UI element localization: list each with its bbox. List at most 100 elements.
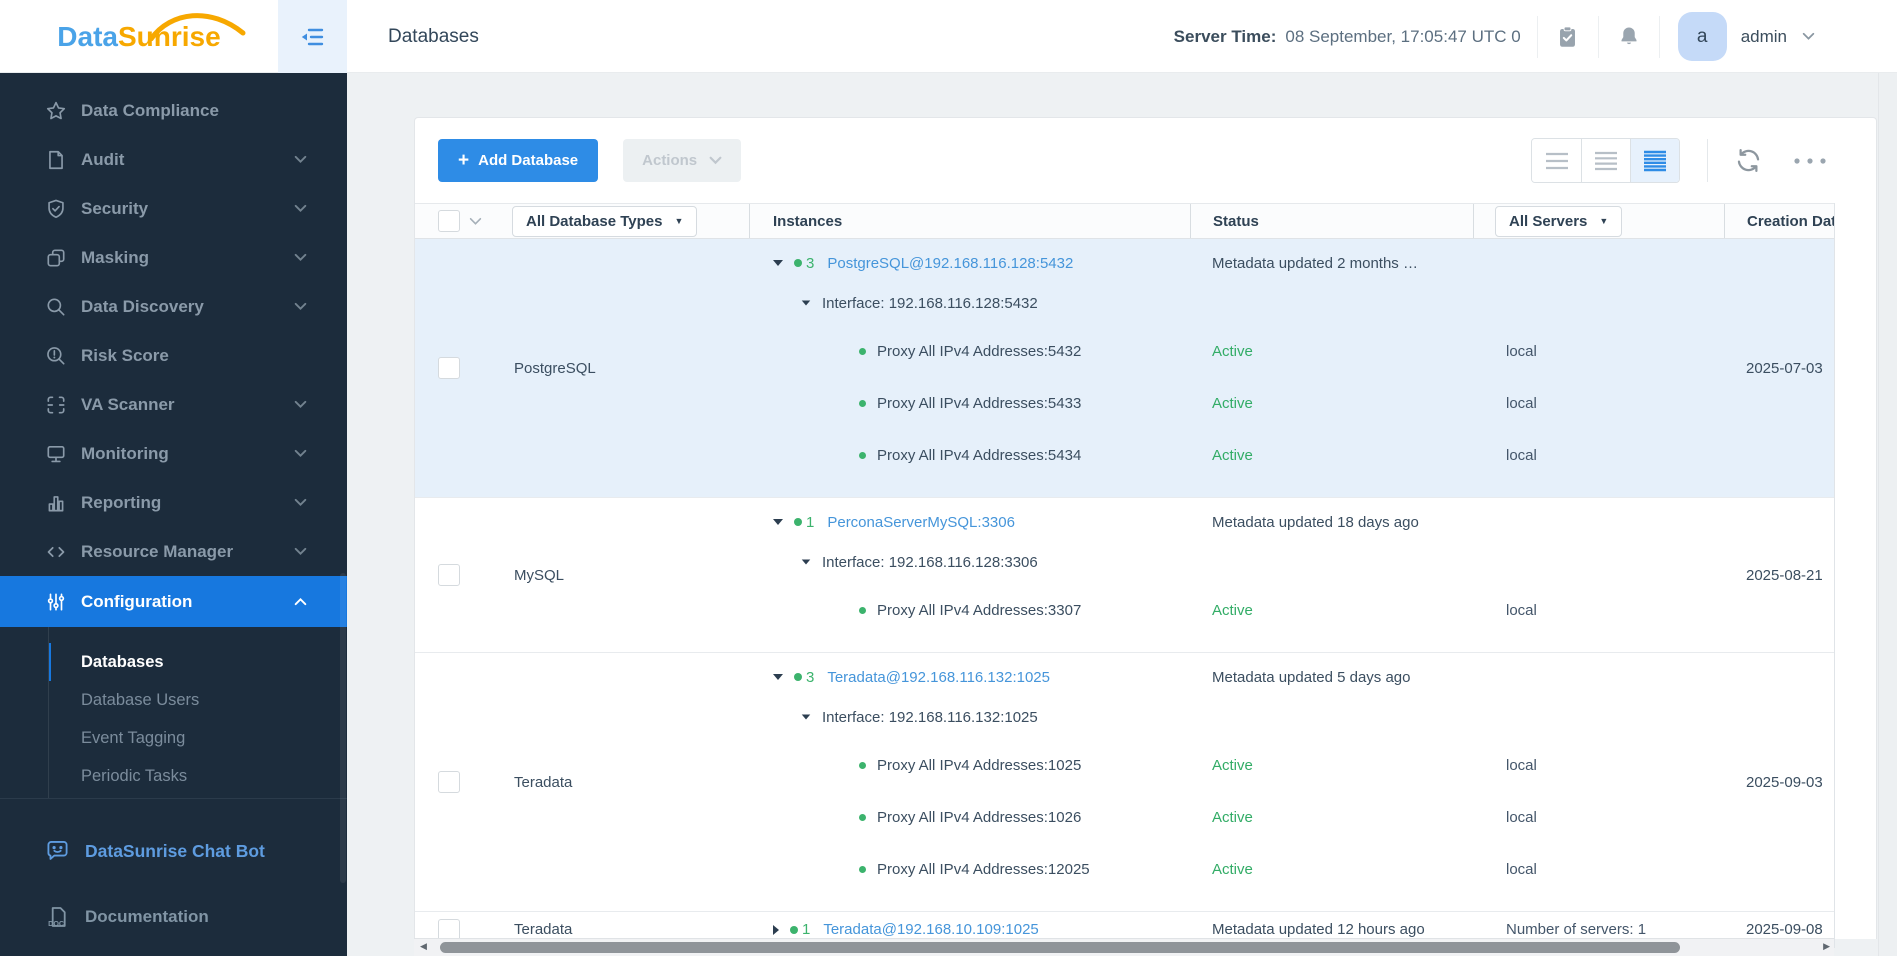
sidebar-item-resource-manager[interactable]: Resource Manager (0, 527, 347, 576)
sidebar-subitem-database-users[interactable]: Database Users (49, 681, 347, 719)
svg-text:DOC: DOC (48, 919, 64, 928)
creation-date: 2025-07-03 (1746, 359, 1823, 377)
servers-filter-dropdown[interactable]: All Servers ▼ (1495, 205, 1623, 237)
proxy-label: Proxy All IPv4 Addresses:5433 (877, 394, 1082, 412)
sidebar-subitem-databases[interactable]: Databases (49, 643, 347, 681)
sidebar-item-reporting[interactable]: Reporting (0, 478, 347, 527)
sidebar-item-va-scanner[interactable]: VA Scanner (0, 380, 347, 429)
proxy-status-dot (859, 813, 866, 821)
sidebar-item-monitoring[interactable]: Monitoring (0, 429, 347, 478)
vertical-scrollbar[interactable] (1878, 73, 1897, 956)
sidebar-item-risk-score[interactable]: Risk Score (0, 331, 347, 380)
collapse-arrow-icon[interactable] (773, 519, 783, 525)
scroll-left-arrow-icon[interactable]: ◀ (420, 941, 427, 952)
view-compact-button[interactable] (1630, 139, 1679, 182)
database-type: MySQL (514, 566, 565, 584)
report-icon (45, 492, 67, 514)
chevron-down-icon (294, 449, 307, 458)
database-types-filter-dropdown[interactable]: All Database Types ▼ (512, 205, 698, 237)
header-type-cell: All Database Types ▼ (512, 204, 749, 238)
sidebar-subitem-periodic-tasks[interactable]: Periodic Tasks (49, 757, 347, 795)
sidebar-item-configuration[interactable]: Configuration (0, 576, 347, 627)
more-options-button[interactable] (1792, 156, 1828, 166)
chevron-down-icon (294, 547, 307, 556)
tree-line: Proxy All IPv4 Addresses:12025 Active loca… (749, 843, 1724, 895)
proxy-status: Active (1212, 601, 1253, 619)
sidebar-collapse-button[interactable] (278, 0, 347, 73)
interface-label: Interface: 192.168.116.128:3306 (822, 553, 1038, 571)
select-all-checkbox[interactable] (438, 210, 460, 232)
collapse-arrow-icon[interactable] (773, 674, 783, 680)
chevron-down-icon (294, 302, 307, 311)
sidebar-item-documentation[interactable]: DOC Documentation (0, 893, 347, 941)
view-comfortable-button[interactable] (1532, 139, 1581, 182)
sidebar-item-chat-bot[interactable]: DataSunrise Chat Bot (0, 827, 347, 875)
instance-count: 1 (806, 513, 815, 531)
database-row-mysql-1: MySQL 1 PerconaServerMySQL:3306 Metadata up… (415, 498, 1834, 653)
add-database-button[interactable]: + Add Database (438, 139, 599, 182)
proxy-status-dot (859, 761, 866, 769)
instance-link[interactable]: PostgreSQL@192.168.116.128:5432 (827, 255, 1073, 272)
sidebar-item-data-discovery[interactable]: Data Discovery (0, 282, 347, 331)
add-database-label: Add Database (478, 152, 579, 169)
proxy-status: Active (1212, 756, 1253, 774)
refresh-icon (1737, 149, 1760, 172)
user-menu-chevron-down-icon[interactable] (1802, 32, 1815, 41)
avatar-initial: a (1696, 25, 1708, 47)
collapse-arrow-icon[interactable] (801, 300, 811, 306)
tree-line: Interface: 192.168.116.132:1025 (749, 695, 1724, 739)
interface-label: Interface: 192.168.116.132:1025 (822, 708, 1038, 726)
sidebar-item-data-compliance[interactable]: Data Compliance (0, 86, 347, 135)
sidebar-item-label: Resource Manager (81, 541, 234, 561)
sidebar-scrollbar[interactable] (340, 573, 346, 883)
proxy-label: Proxy All IPv4 Addresses:3307 (877, 601, 1082, 619)
notifications-button[interactable] (1599, 25, 1659, 48)
header-creation-date[interactable]: Creation Date (1724, 204, 1834, 238)
bell-icon (1621, 27, 1637, 45)
proxy-status: Active (1212, 446, 1253, 464)
metadata-status: Metadata updated 2 months … (1212, 254, 1418, 272)
select-menu-chevron-down-icon[interactable] (469, 217, 482, 226)
row-checkbox[interactable] (438, 564, 460, 586)
ellipsis-icon (1794, 157, 1826, 164)
expand-arrow-icon[interactable] (773, 924, 779, 935)
sidebar-subitem-event-tagging[interactable]: Event Tagging (49, 719, 347, 757)
header-status[interactable]: Status (1190, 204, 1473, 238)
sidebar-item-audit[interactable]: Audit (0, 135, 347, 184)
sidebar-item-security[interactable]: Security (0, 184, 347, 233)
databases-table: All Database Types ▼ Instances Status Al… (415, 203, 1835, 948)
sidebar-item-label: Risk Score (81, 345, 169, 365)
tree-line: Proxy All IPv4 Addresses:5433 Active local (749, 377, 1724, 429)
row-checkbox[interactable] (438, 771, 460, 793)
instance-count: 3 (806, 668, 815, 686)
scroll-right-arrow-icon[interactable]: ▶ (1823, 941, 1830, 952)
sidebar-item-masking[interactable]: Masking (0, 233, 347, 282)
instance-link[interactable]: PerconaServerMySQL:3306 (827, 514, 1015, 531)
header-select-cell (415, 204, 512, 238)
chevron-down-icon (294, 253, 307, 262)
sidebar-subitem-encryptions[interactable]: Encryptions (49, 795, 347, 798)
tree-line: Proxy All IPv4 Addresses:3307 Active local (749, 584, 1724, 636)
instance-link[interactable]: Teradata@192.168.116.132:1025 (827, 669, 1050, 686)
view-medium-button[interactable] (1581, 139, 1630, 182)
refresh-button[interactable] (1735, 147, 1762, 174)
row-checkbox[interactable] (438, 357, 460, 379)
horizontal-scrollbar-thumb[interactable] (440, 942, 1680, 953)
logo[interactable]: DataSunrise (0, 0, 278, 73)
sidebar-item-label: Monitoring (81, 443, 169, 463)
instance-link[interactable]: Teradata@192.168.10.109:1025 (823, 921, 1038, 938)
avatar[interactable]: a (1677, 12, 1727, 61)
user-name[interactable]: admin (1741, 27, 1787, 47)
collapse-arrow-icon[interactable] (801, 714, 811, 720)
tasks-button[interactable] (1538, 25, 1598, 49)
collapse-arrow-icon[interactable] (773, 260, 783, 266)
instance-status-dot (794, 518, 802, 526)
instance-count: 3 (806, 254, 815, 272)
documentation-icon: DOC (45, 905, 70, 929)
chevron-down-icon (294, 155, 307, 164)
collapse-arrow-icon[interactable] (801, 559, 811, 565)
proxy-status-dot (859, 451, 866, 459)
horizontal-scrollbar[interactable]: ◀ ▶ (414, 938, 1834, 956)
header-instances[interactable]: Instances (749, 204, 1190, 238)
actions-button[interactable]: Actions (623, 139, 742, 182)
